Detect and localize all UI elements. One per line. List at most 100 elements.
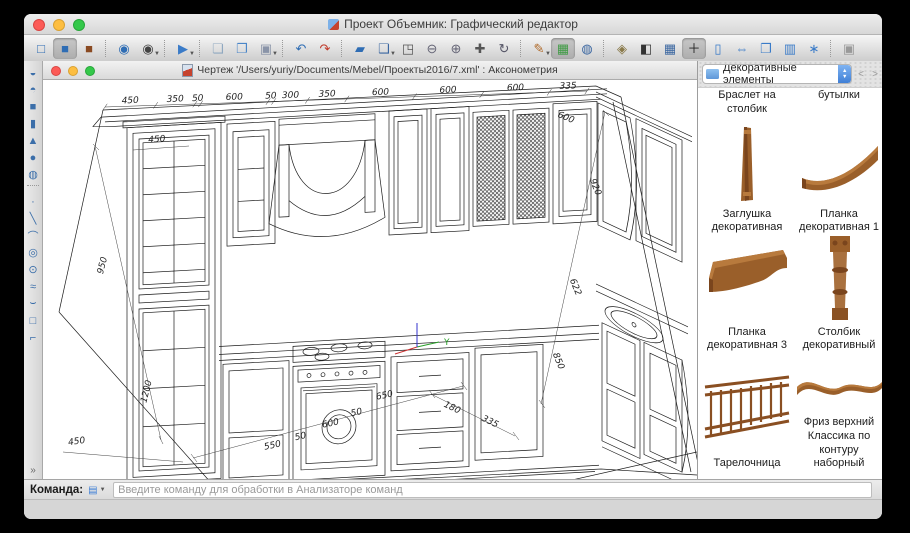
spline-icon[interactable]: ≈ [24, 278, 42, 295]
materials-icon[interactable]: ◈ [610, 38, 634, 59]
dimension-label: 50 [192, 94, 204, 104]
document-title-text: Чертеж '/Users/yuriy/Documents/Mebel/Про… [197, 64, 557, 76]
axis-y-label: Y [443, 338, 450, 348]
ellipse-icon[interactable]: ⊙ [24, 261, 42, 278]
drawing-canvas[interactable]: Y 45035050600503003506006006003354509501… [43, 80, 697, 480]
pan-icon[interactable]: ✚ [468, 38, 492, 59]
open-document-icon[interactable]: ❐ [230, 38, 254, 59]
library-item-label: Столбик декоративный [793, 326, 882, 358]
document-title: Чертеж '/Users/yuriy/Documents/Mebel/Про… [182, 64, 557, 77]
edit-height-icon[interactable]: ▯ [706, 38, 730, 59]
doc-minimize-button[interactable] [68, 66, 78, 76]
orbit-icon[interactable]: ↻ [492, 38, 516, 59]
library-next-button[interactable]: > [870, 69, 880, 80]
library-category-select[interactable]: Декоративные элементы ▲▼ [702, 64, 852, 84]
circle-icon[interactable]: ◎ [24, 244, 42, 261]
content-area: ◒◓■▮▲●◍ ·╲⌒◎⊙≈⌣□⌐ » Чертеж '/Users/yuriy/D… [24, 61, 882, 480]
point-icon[interactable]: · [24, 193, 42, 210]
library-item[interactable]: Фриз верхний Классика по контуру наборны… [793, 357, 882, 475]
library-item[interactable]: Тарелочница [701, 357, 793, 475]
group-icon[interactable]: ▥ [778, 38, 802, 59]
zoom-in-icon[interactable]: ⊕ [444, 38, 468, 59]
solid-cone-icon[interactable]: ▲ [24, 132, 42, 149]
solid-slab-icon[interactable]: ◓ [24, 81, 42, 98]
dimension-label: 335 [559, 81, 577, 92]
texture-icon[interactable]: ◧ [634, 38, 658, 59]
render-scene-icon[interactable]: ◍ [575, 38, 599, 59]
library-item[interactable]: Столбик декоративный [793, 239, 882, 357]
window-controls [33, 19, 85, 31]
scatter-icon[interactable]: ∗ [802, 38, 826, 59]
doc-zoom-button[interactable] [85, 66, 95, 76]
command-label: Команда: [30, 484, 83, 496]
toolbar-separator [105, 40, 108, 57]
solid-cylinder-icon[interactable]: ▮ [24, 115, 42, 132]
drawing-doc-icon [182, 64, 193, 77]
library-item-thumbnail [796, 121, 882, 208]
zoom-button[interactable] [73, 19, 85, 31]
minimize-button[interactable] [53, 19, 65, 31]
solid-cube-icon[interactable]: ■ [53, 38, 77, 59]
library-item-label: Планка декоративная 3 [701, 326, 793, 358]
toolbar-separator [164, 40, 167, 57]
dimension-label: 622 [567, 277, 583, 297]
view-mode-icon[interactable]: ▶▼ [171, 38, 195, 59]
save-icon[interactable]: ▣▼ [254, 38, 278, 59]
kitchen-drawing[interactable]: Y 45035050600503003506006006003354509501… [43, 80, 697, 480]
arc-icon[interactable]: ⌒ [24, 227, 42, 244]
render-window-icon[interactable]: ▦ [551, 38, 575, 59]
redo-icon[interactable]: ↷ [313, 38, 337, 59]
save-fragment-icon[interactable]: ▣ [837, 38, 861, 59]
library-item-thumbnail [793, 357, 882, 416]
presentation-icon[interactable]: ▰ [348, 38, 372, 59]
rectangle-icon[interactable]: □ [24, 312, 42, 329]
sidebar-separator [27, 185, 39, 191]
library-item-label: Тарелочница [712, 457, 783, 475]
library-item[interactable]: Планка декоративная 1 [793, 121, 882, 239]
paint-icon[interactable]: ✎▼ [527, 38, 551, 59]
layers-cube-icon[interactable]: ❑▼ [372, 38, 396, 59]
line-icon[interactable]: ╲ [24, 210, 42, 227]
more-tools-icon[interactable]: » [30, 465, 36, 476]
solid-box-icon[interactable]: ■ [24, 98, 42, 115]
spreadsheet-icon[interactable]: ▦ [658, 38, 682, 59]
toolbar-separator [341, 40, 344, 57]
dimension-label: 50 [350, 407, 364, 419]
dimension-label: 350 [318, 89, 336, 100]
library-item-thumbnail [804, 230, 874, 326]
solid-hemisphere-icon[interactable]: ◍ [24, 166, 42, 183]
zoom-extents-icon[interactable]: ◳ [396, 38, 420, 59]
doc-close-button[interactable] [51, 66, 61, 76]
dimension-label: 600 [507, 83, 525, 94]
camera-options-icon[interactable]: ◉▼ [136, 38, 160, 59]
main-toolbar: □■■◉◉▼▶▼❏❐▣▼↶↷▰❑▼◳⊖⊕✚↻✎▼▦◍◈◧▦＋▯⇔❐▥∗▣ [24, 35, 882, 62]
wire-cube-icon[interactable]: □ [29, 38, 53, 59]
library-item[interactable]: Браслет на столбик [701, 89, 793, 121]
select-stepper-icon: ▲▼ [838, 65, 851, 83]
textured-cube-icon[interactable]: ■ [77, 38, 101, 59]
library-item-thumbnail [703, 239, 791, 326]
solid-sphere-icon[interactable]: ● [24, 149, 42, 166]
undo-icon[interactable]: ↶ [289, 38, 313, 59]
document-window-controls [51, 66, 95, 76]
solid-ufo-icon[interactable]: ◒ [24, 64, 42, 81]
document-window: Чертеж '/Users/yuriy/Documents/Mebel/Про… [43, 61, 698, 480]
command-input[interactable] [113, 482, 872, 498]
copy-object-icon[interactable]: ❐ [754, 38, 778, 59]
library-prev-button[interactable]: < [856, 69, 866, 80]
library-item[interactable]: Заглушка декоративная [701, 121, 793, 239]
command-history-icon[interactable]: ▤▼ [88, 484, 108, 497]
add-object-icon[interactable]: ＋ [682, 38, 706, 59]
stretch-icon[interactable]: ⇔ [730, 38, 754, 59]
fillet-icon[interactable]: ⌐ [24, 329, 42, 346]
zoom-window-icon[interactable]: ⊖ [420, 38, 444, 59]
dimension-label: 550 [263, 439, 282, 452]
arc3p-icon[interactable]: ⌣ [24, 295, 42, 312]
document-titlebar[interactable]: Чертеж '/Users/yuriy/Documents/Mebel/Про… [43, 61, 697, 80]
library-panel: Декоративные элементы ▲▼ < > ▼ Браслет н… [698, 61, 882, 480]
render-camera-icon[interactable]: ◉ [112, 38, 136, 59]
new-document-icon[interactable]: ❏ [206, 38, 230, 59]
library-item[interactable]: Планка декоративная 3 [701, 239, 793, 357]
close-button[interactable] [33, 19, 45, 31]
library-item[interactable]: бутылки [793, 89, 882, 121]
